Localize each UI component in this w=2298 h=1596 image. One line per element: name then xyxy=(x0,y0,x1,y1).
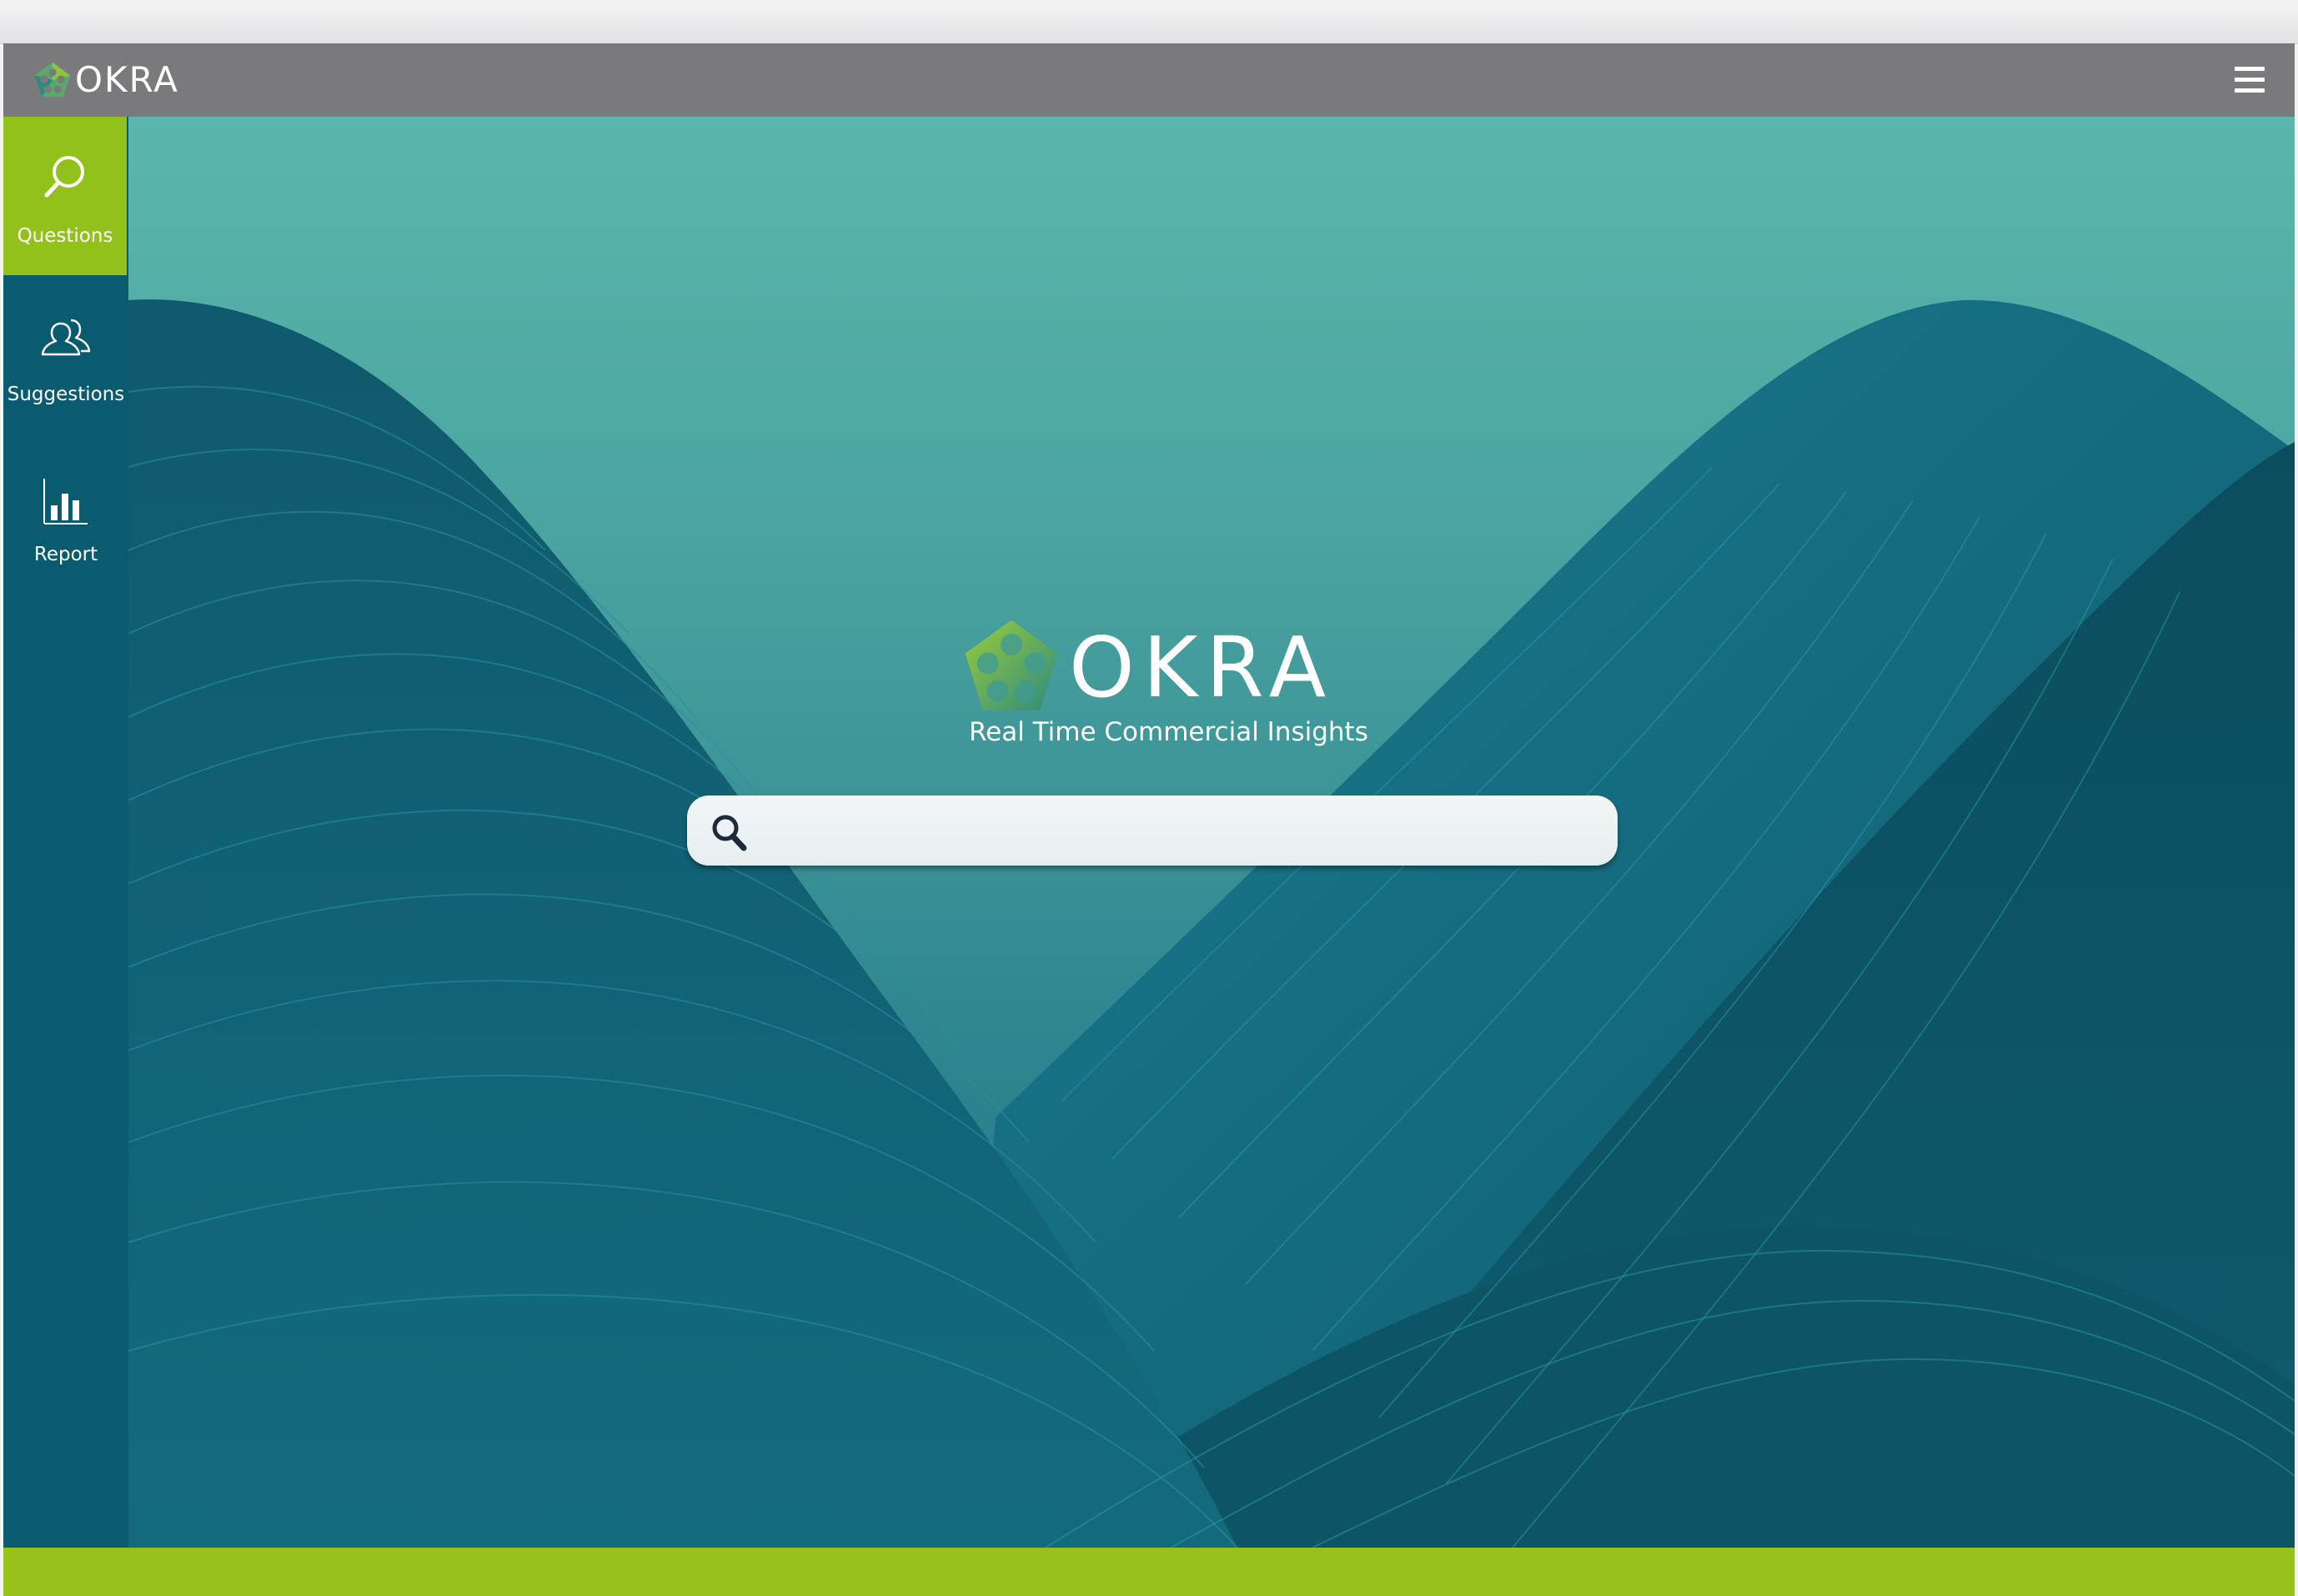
bar-chart-icon xyxy=(43,479,88,524)
browser-chrome xyxy=(0,0,2298,44)
search-bar[interactable] xyxy=(687,795,1618,866)
sidebar-item-report[interactable]: Report xyxy=(3,440,128,599)
users-icon xyxy=(41,319,91,356)
topbar-logo-text: OKRA xyxy=(75,59,179,100)
top-bar: OKRA xyxy=(3,43,2295,117)
search-icon xyxy=(44,156,84,198)
topbar-logo[interactable]: OKRA xyxy=(33,57,179,103)
brand-block: OKRA Real Time Commercial Insights xyxy=(962,617,1463,767)
sidebar-item-suggestions[interactable]: Suggestions xyxy=(3,280,128,439)
brand-tagline: Real Time Commercial Insights xyxy=(969,717,1368,747)
hero-background: OKRA Real Time Commercial Insights xyxy=(128,117,2295,1548)
brand-wordmark: OKRA xyxy=(1069,619,1335,716)
search-icon xyxy=(712,815,747,851)
sidebar: Questions Suggestions Report xyxy=(3,117,128,1548)
okra-logo-icon xyxy=(34,62,71,98)
sidebar-item-questions[interactable]: Questions xyxy=(3,117,127,275)
sidebar-item-label: Report xyxy=(33,544,98,565)
okra-logo-icon xyxy=(965,620,1058,711)
hamburger-menu-icon[interactable] xyxy=(2230,63,2270,97)
search-input[interactable] xyxy=(762,806,1599,857)
bottom-bar xyxy=(3,1548,2295,1596)
sidebar-item-label: Questions xyxy=(17,225,113,247)
app-window: OKRA Questions Suggestions Report OKRA R… xyxy=(0,0,2298,1596)
sidebar-item-label: Suggestions xyxy=(7,384,125,405)
